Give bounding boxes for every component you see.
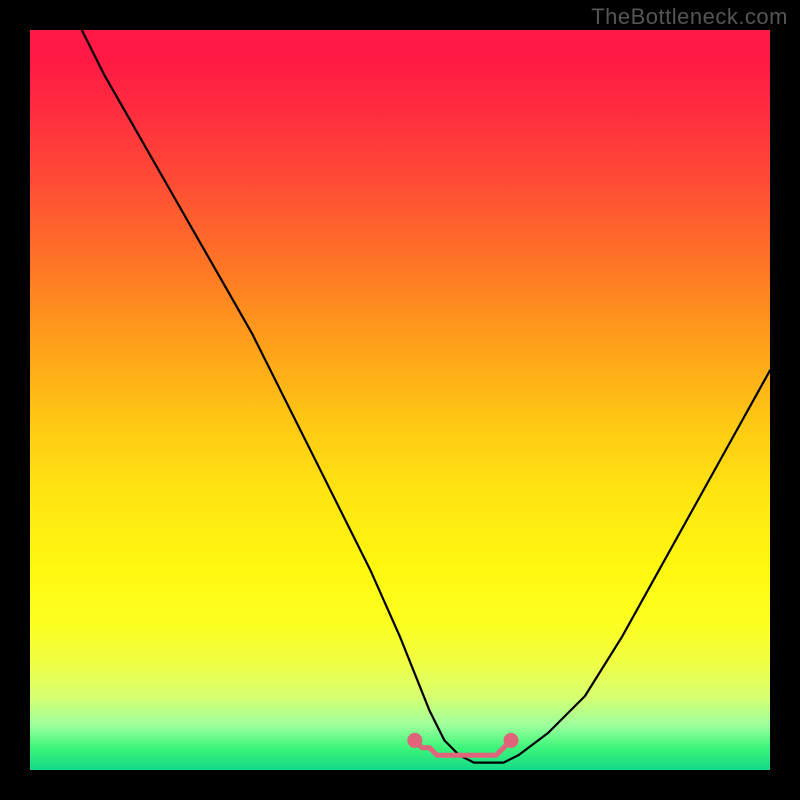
watermark-label: TheBottleneck.com bbox=[591, 4, 788, 30]
plot-area bbox=[30, 30, 770, 770]
chart-svg bbox=[30, 30, 770, 770]
highlight-squiggle bbox=[410, 735, 516, 755]
curve-path bbox=[82, 30, 770, 763]
chart-frame: TheBottleneck.com bbox=[0, 0, 800, 800]
